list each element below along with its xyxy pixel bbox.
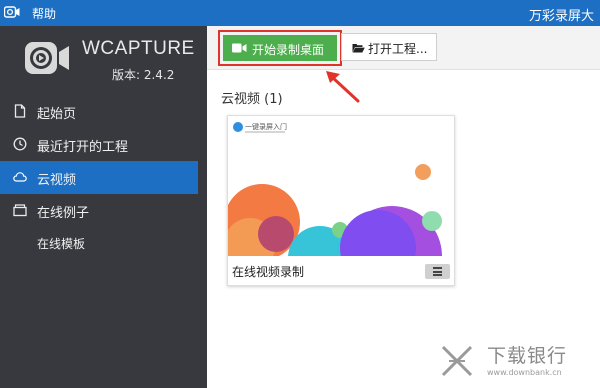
sidebar-item-start-page[interactable]: 起始页 bbox=[0, 95, 207, 128]
wcapture-logo-icon bbox=[25, 42, 69, 74]
video-title: 在线视频录制 bbox=[232, 265, 305, 279]
toolbar: 开始录制桌面 打开工程... bbox=[207, 26, 600, 70]
title-bar: 帮助 万彩录屏大 bbox=[0, 0, 600, 26]
sidebar-item-label: 最近打开的工程 bbox=[37, 140, 129, 155]
menu-line bbox=[433, 274, 442, 276]
sidebar: WCAPTURE 版本: 2.4.2 起始页 最近打开的工程 云视频 在线例子 … bbox=[0, 26, 207, 388]
video-card[interactable]: 一键录屏入门 在线视频录制 bbox=[227, 115, 455, 286]
sidebar-item-online-templates[interactable]: 在线模板 bbox=[0, 227, 207, 260]
cloud-video-section-title: 云视频 (1) bbox=[221, 92, 283, 107]
folder-icon bbox=[13, 204, 27, 217]
brand-name: WCAPTURE bbox=[82, 38, 195, 59]
sidebar-item-online-examples[interactable]: 在线例子 bbox=[0, 194, 207, 227]
thumbnail-subtitle-line bbox=[245, 131, 285, 133]
thumbnail-artwork bbox=[228, 164, 442, 256]
open-project-label: 打开工程... bbox=[368, 42, 428, 56]
video-card-footer: 在线视频录制 bbox=[228, 256, 454, 286]
watermark-logo-icon bbox=[441, 345, 473, 377]
version-label: 版本: 2.4.2 bbox=[112, 68, 175, 82]
cloud-icon bbox=[13, 172, 27, 182]
sidebar-item-label: 云视频 bbox=[37, 173, 77, 188]
sidebar-item-label: 在线模板 bbox=[37, 237, 86, 251]
thumbnail-logo bbox=[233, 122, 243, 132]
main-content: 开始录制桌面 打开工程... 云视频 (1) 一键录屏入门 在线视频录制 bbox=[207, 26, 600, 388]
menu-line bbox=[433, 270, 442, 273]
sidebar-item-label: 在线例子 bbox=[37, 206, 90, 221]
folder-open-icon bbox=[352, 44, 365, 53]
window-title: 万彩录屏大 bbox=[528, 9, 594, 24]
start-recording-label: 开始录制桌面 bbox=[252, 43, 325, 57]
start-recording-button[interactable]: 开始录制桌面 bbox=[223, 35, 337, 61]
record-button-highlight: 开始录制桌面 bbox=[218, 30, 342, 66]
watermark-url: www.downbank.cn bbox=[487, 368, 562, 377]
file-icon bbox=[14, 104, 26, 118]
camera-app-icon[interactable] bbox=[4, 6, 20, 18]
watermark-name: 下载银行 bbox=[487, 345, 568, 367]
clock-icon bbox=[13, 137, 27, 151]
annotation-arrow bbox=[326, 71, 360, 103]
open-project-button[interactable]: 打开工程... bbox=[341, 33, 437, 61]
hamburger-menu-icon[interactable] bbox=[425, 264, 450, 279]
sidebar-item-cloud-video[interactable]: 云视频 bbox=[0, 161, 198, 194]
menu-line bbox=[433, 267, 442, 269]
brand-block: WCAPTURE 版本: 2.4.2 bbox=[0, 26, 207, 88]
video-thumbnail[interactable]: 一键录屏入门 bbox=[228, 116, 454, 256]
sidebar-item-label: 起始页 bbox=[37, 107, 77, 122]
watermark: 下载银行 www.downbank.cn bbox=[437, 341, 597, 385]
sidebar-nav: 起始页 最近打开的工程 云视频 在线例子 在线模板 bbox=[0, 95, 207, 260]
help-menu[interactable]: 帮助 bbox=[32, 5, 56, 22]
video-camera-icon bbox=[232, 43, 247, 53]
sidebar-item-recent-projects[interactable]: 最近打开的工程 bbox=[0, 128, 207, 161]
